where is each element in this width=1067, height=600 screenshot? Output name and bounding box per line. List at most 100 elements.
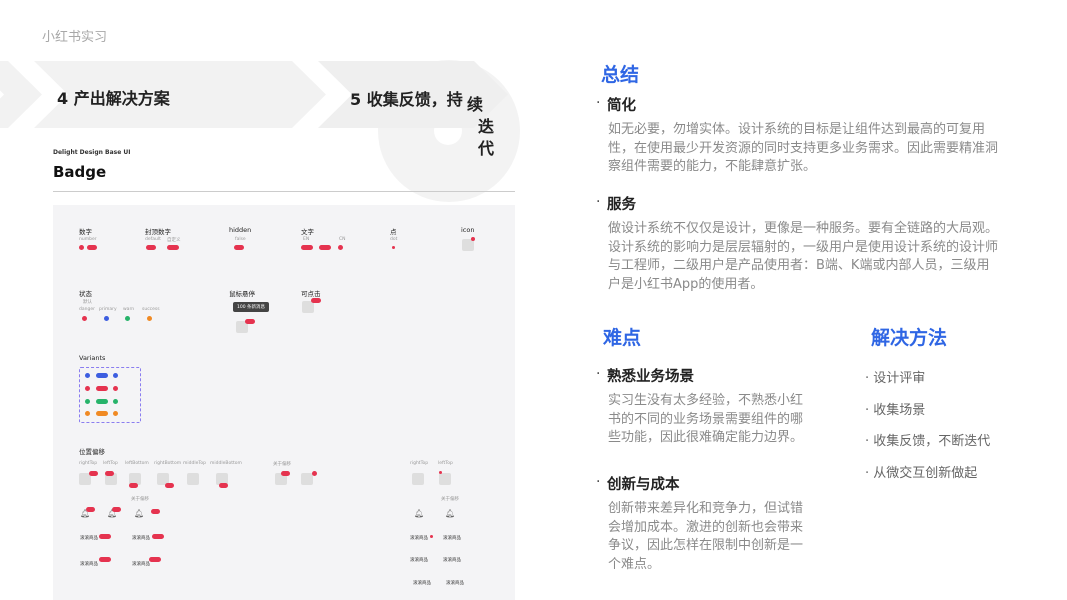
offset-badge-7 [281,471,290,476]
offset-avatar-5 [187,473,199,485]
solution-item-1: 设计评审 [873,371,926,386]
status-warn [125,316,130,321]
section-number: 数字 [79,228,92,236]
label-rightbottom: rightBottom [154,461,182,466]
offset-badge-4 [165,483,174,488]
label-number: number [79,237,97,242]
solution-item-4: 从微交互创新做起 [873,465,978,481]
item-text-6: 滚滚商品 [443,536,461,541]
item-badge-2 [152,534,164,539]
item-text-7: 滚滚商品 [410,558,428,563]
summary-item2-heading: 服务 [607,197,636,213]
solution-item-3: 收集反馈，不断迭代 [873,434,991,449]
bullet-icon: · [596,366,601,382]
label-middlebottom: middleBottom [210,461,242,466]
difficulty-item2-heading: 创新与成本 [607,477,680,493]
variant-pill-orange [96,411,108,416]
variant-dot-blue [85,373,90,378]
list-item: · 收集场景 [865,402,926,418]
bell-badge-2 [112,507,121,512]
item-text-8: 滚滚商品 [443,558,461,563]
section-clickable: 可点击 [301,290,321,298]
section-hover: 鼠标悬停 [229,290,255,298]
bullet-icon: · [596,95,601,111]
label-success: success [142,307,160,312]
section-capped: 封顶数字 [145,228,171,236]
variant-dot-orange [85,411,90,416]
variant-pill-green [96,399,108,404]
status-primary [104,316,109,321]
label-custom-offset-3: 关于偏移 [441,497,459,502]
status-success [147,316,152,321]
hover-tooltip: 100 条新消息 [233,302,270,312]
chevron-step3 [0,61,42,128]
offset-badge-3 [129,483,138,488]
offset-dot-10 [439,471,442,474]
badge-hidden [234,245,244,250]
item-badge-3 [99,557,111,562]
doc-subtitle: Delight Design Base UI [53,149,131,156]
solution-list: · 设计评审 · 收集场景 · 收集反馈，不断迭代 · 从微交互创新做起 [865,367,990,493]
list-item: · 收集反馈，不断迭代 [865,434,991,449]
variant-pill-blue [96,373,108,378]
hover-badge[interactable] [245,319,255,324]
item-text-2: 滚滚商品 [132,536,150,541]
doc-divider [53,191,515,192]
list-item: · 设计评审 [865,371,926,386]
item-text-3: 滚滚商品 [80,562,98,567]
label-status-default: 默认 [83,300,92,305]
difficulty-item2-text: 创新带来差异化和竞争力，但试错会增加成本。激进的创新也会带来争议，因此怎样在限制… [608,501,804,572]
section-icon: icon [461,226,475,234]
bell-icon-3: 🔔︎ [134,509,145,518]
label-false: false [235,237,246,242]
section-status: 状态 [79,290,92,298]
item-text-4: 滚滚商品 [132,562,150,567]
step5-label-line2: 续 [467,95,484,114]
clickable-badge[interactable] [311,298,321,303]
item-dot-5 [430,535,433,538]
badge-text-3 [338,245,343,250]
item-text-1: 滚滚商品 [80,536,98,541]
item-text-10: 滚滚商品 [446,581,464,586]
bullet-icon: · [596,474,601,490]
summary-item2-text: 做设计系统不仅仅是设计，更像是一种服务。要有全链路的大局观。设计系统的影响力是层… [608,221,999,292]
variant-dot-red [85,386,90,391]
bell-badge-1 [86,507,95,512]
label-leftbottom: leftBottom [125,461,149,466]
solution-item-2: 收集场景 [873,402,926,418]
label-en: EN [303,237,310,242]
variant-pill-red [96,386,108,391]
label-middletop: middleTop [183,461,206,466]
step5-label: 5 收集反馈，持 [350,90,463,109]
label-righttop: rightTop [79,461,98,466]
bullet-icon: · [596,194,601,210]
offset-badge-8 [312,471,317,476]
offset-avatar-10 [439,473,451,485]
item-badge-1 [99,534,111,539]
label-custom: 自定义 [167,238,181,243]
header-label: 小红书实习 [42,30,108,45]
doc-title: Badge [53,163,107,181]
section-text: 文字 [301,228,314,236]
section-hidden: hidden [229,226,252,234]
section-variants: Variants [79,354,106,362]
label-righttop-2: rightTop [410,461,429,466]
badge-number [79,245,84,250]
offset-badge-1 [89,471,98,476]
solution-title: 解决方法 [871,327,948,349]
badge-text-2 [319,245,331,250]
difficulty-title: 难点 [603,327,642,349]
bell-icon-5: 🔔︎ [445,509,456,518]
label-danger: danger [79,307,95,312]
summary-title: 总结 [601,64,640,86]
variant-dot-red-2 [113,386,118,391]
summary-item1-text: 如无必要，勿增实体。设计系统的目标是让组件达到最高的可复用性，在使用最少开发资源… [608,122,999,174]
offset-avatar-8 [301,473,313,485]
summary-item1-heading: 简化 [607,98,636,114]
badge-text-1 [301,245,313,250]
label-cn: CN [339,237,346,242]
badge-dot [392,246,395,249]
bell-badge-3 [151,509,160,514]
item-text-5: 滚滚商品 [410,536,428,541]
difficulty-item1-heading: 熟悉业务场景 [607,369,694,385]
